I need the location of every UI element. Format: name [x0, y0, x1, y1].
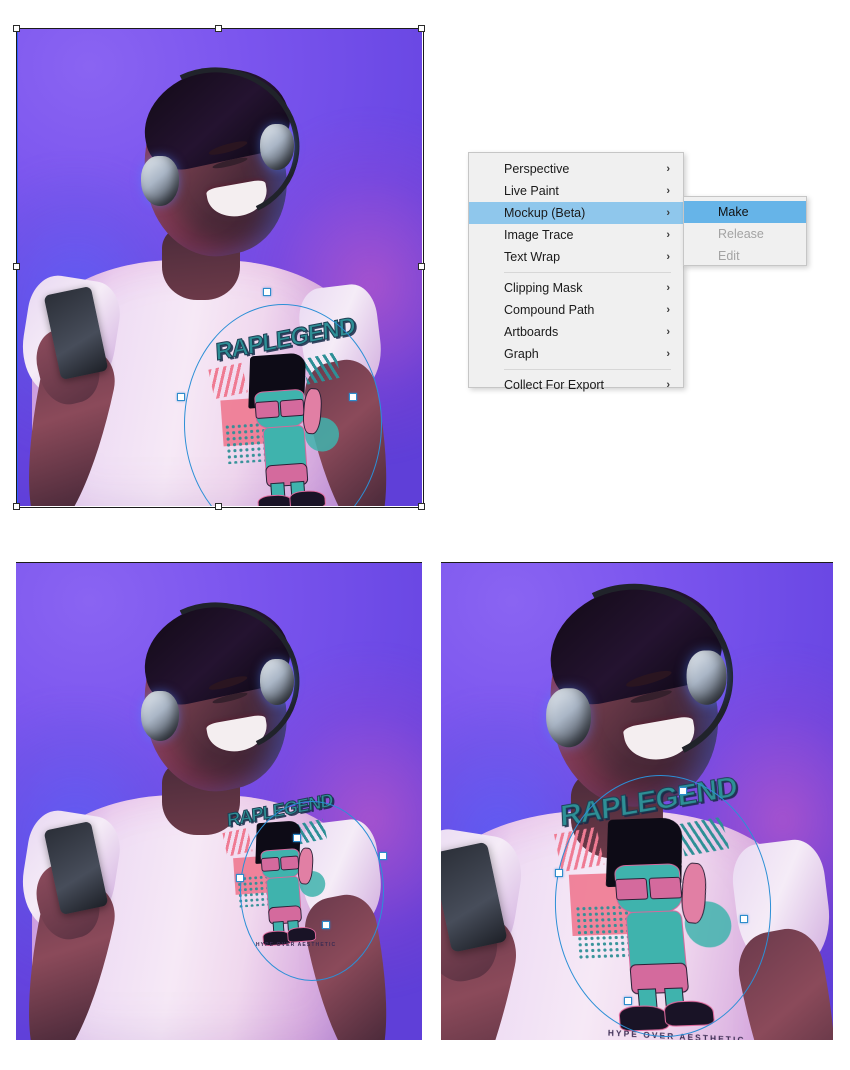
- character-sunglasses-left: [260, 856, 281, 872]
- menu-item-compound-path[interactable]: Compound Path ›: [469, 299, 683, 321]
- mockup-submenu[interactable]: Make Release Edit: [683, 196, 807, 266]
- character-shoe-right: [288, 489, 327, 506]
- headphone-earcup-left: [141, 691, 179, 741]
- headphone-earcup-right: [260, 659, 294, 705]
- character-arm: [301, 387, 323, 435]
- headphone-earcup-left: [141, 156, 179, 206]
- character-sunglasses-left: [614, 877, 649, 901]
- submenu-item-label: Edit: [718, 249, 740, 263]
- menu-item-label: Collect For Export: [504, 378, 605, 392]
- print-character: [206, 323, 367, 506]
- menu-item-artboards[interactable]: Artboards ›: [469, 321, 683, 343]
- character-sunglasses-right: [279, 398, 305, 418]
- submenu-item-label: Make: [718, 205, 749, 219]
- chevron-right-icon: ›: [666, 379, 670, 391]
- handle-middle-right[interactable]: [418, 263, 425, 270]
- submenu-item-release: Release: [684, 223, 806, 245]
- chevron-right-icon: ›: [666, 163, 670, 175]
- character-arm: [680, 861, 708, 925]
- menu-item-label: Clipping Mask: [504, 281, 583, 295]
- chevron-right-icon: ›: [666, 185, 670, 197]
- ellipse-handle-left-bl[interactable]: [236, 874, 244, 882]
- menu-item-label: Mockup (Beta): [504, 206, 586, 220]
- tshirt-print-artwork-mockup: RAPLEGEND HYPE OVER AESTHETIC: [552, 769, 774, 1040]
- handle-top-center[interactable]: [215, 25, 222, 32]
- context-menu[interactable]: Perspective › Live Paint › Mockup (Beta)…: [468, 152, 684, 392]
- character-sunglasses-left: [254, 400, 280, 420]
- handle-top-left[interactable]: [13, 25, 20, 32]
- submenu-item-label: Release: [718, 227, 764, 241]
- ellipse-handle-right-bl[interactable]: [379, 852, 387, 860]
- menu-item-label: Artboards: [504, 325, 559, 339]
- menu-item-label: Perspective: [504, 162, 570, 176]
- panel-bottom-left[interactable]: RAPLEGEND HYPE OVER AESTHETIC: [16, 562, 422, 1040]
- panel-bottom-right[interactable]: RAPLEGEND HYPE OVER AESTHETIC: [441, 562, 833, 1040]
- ellipse-handle-right-br[interactable]: [740, 915, 748, 923]
- ellipse-handle-top[interactable]: [263, 288, 271, 296]
- handle-bottom-left[interactable]: [13, 503, 20, 510]
- ellipse-handle-right[interactable]: [349, 393, 357, 401]
- ellipse-handle-top-br[interactable]: [679, 787, 687, 795]
- print-character: [552, 783, 774, 1038]
- handle-middle-left[interactable]: [13, 263, 20, 270]
- submenu-item-edit: Edit: [684, 245, 806, 267]
- character-sunglasses-right: [280, 855, 300, 871]
- chevron-right-icon: ›: [666, 207, 670, 219]
- menu-item-collect-for-export[interactable]: Collect For Export ›: [469, 374, 683, 396]
- ellipse-handle-top-bl[interactable]: [293, 834, 301, 842]
- headphone-earcup-left: [546, 688, 591, 748]
- ellipse-handle-bottom-br[interactable]: [624, 997, 632, 1005]
- chevron-right-icon: ›: [666, 251, 670, 263]
- menu-item-text-wrap[interactable]: Text Wrap ›: [469, 246, 683, 268]
- menu-item-mockup-beta[interactable]: Mockup (Beta) ›: [469, 202, 683, 224]
- print-tagline: HYPE OVER AESTHETIC: [255, 942, 337, 948]
- character-sunglasses-right: [648, 876, 683, 900]
- chevron-right-icon: ›: [666, 348, 670, 360]
- menu-item-label: Graph: [504, 347, 539, 361]
- headphone-earcup-right: [686, 650, 727, 705]
- menu-item-clipping-mask[interactable]: Clipping Mask ›: [469, 277, 683, 299]
- tshirt-print-artwork: RAPLEGEND HYPE OVER AESTHETIC: [206, 312, 367, 506]
- menu-item-graph[interactable]: Graph ›: [469, 343, 683, 365]
- menu-item-label: Text Wrap: [504, 250, 561, 264]
- chevron-right-icon: ›: [666, 229, 670, 241]
- character-shoe-right: [663, 999, 716, 1027]
- chevron-right-icon: ›: [666, 282, 670, 294]
- menu-item-label: Compound Path: [504, 303, 595, 317]
- panel-top-left[interactable]: RAPLEGEND HYPE OVER AESTHETIC: [16, 28, 422, 506]
- submenu-item-make[interactable]: Make: [684, 201, 806, 223]
- model-figure: [16, 563, 422, 1040]
- menu-separator-2: [504, 369, 671, 370]
- ellipse-handle-left[interactable]: [177, 393, 185, 401]
- character-arm: [296, 847, 315, 885]
- handle-top-right[interactable]: [418, 25, 425, 32]
- ellipse-handle-bottom-bl[interactable]: [322, 921, 330, 929]
- headphone-earcup-right: [260, 124, 294, 170]
- ellipse-handle-left-br[interactable]: [555, 869, 563, 877]
- character-shoe-left: [618, 1004, 670, 1032]
- character-shoe-right: [286, 926, 317, 943]
- handle-bottom-right[interactable]: [418, 503, 425, 510]
- menu-item-image-trace[interactable]: Image Trace ›: [469, 224, 683, 246]
- menu-separator-1: [504, 272, 671, 273]
- menu-item-label: Image Trace: [504, 228, 574, 242]
- menu-item-live-paint[interactable]: Live Paint ›: [469, 180, 683, 202]
- menu-item-label: Live Paint: [504, 184, 559, 198]
- menu-item-perspective[interactable]: Perspective ›: [469, 158, 683, 180]
- chevron-right-icon: ›: [666, 304, 670, 316]
- chevron-right-icon: ›: [666, 326, 670, 338]
- handle-bottom-center[interactable]: [215, 503, 222, 510]
